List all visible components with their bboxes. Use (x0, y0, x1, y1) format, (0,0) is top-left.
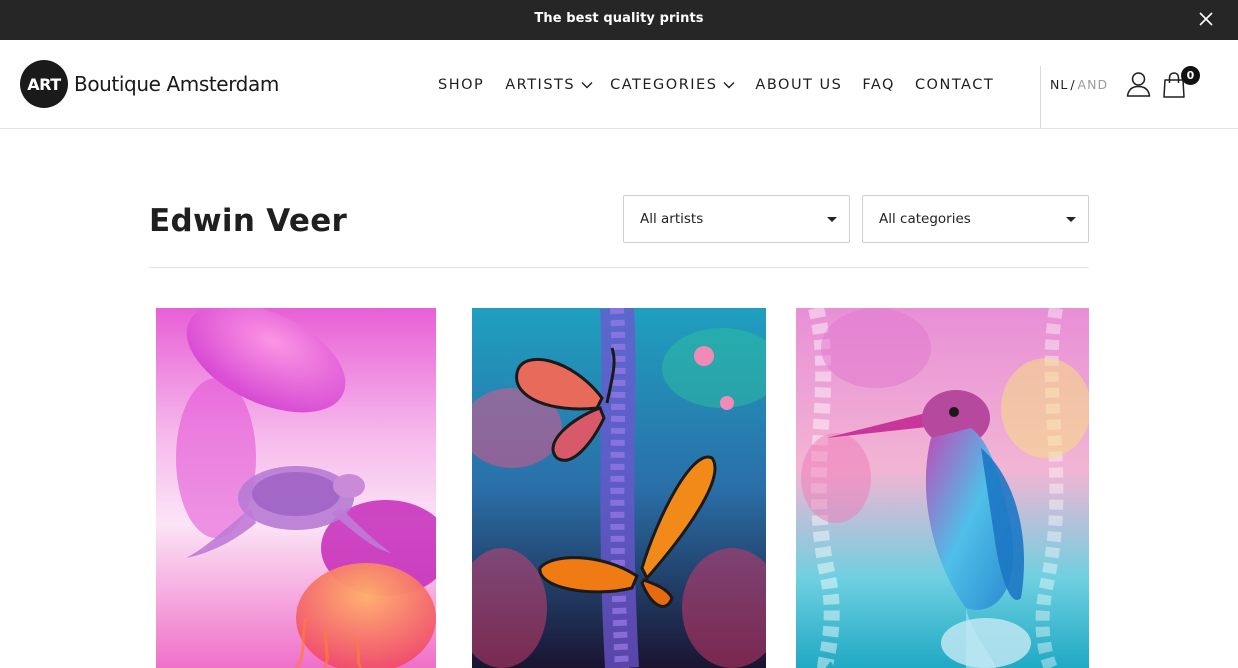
nav-contact-label: CONTACT (914, 77, 995, 93)
product-image-turtle[interactable] (156, 308, 436, 668)
product-image-kingfisher[interactable] (796, 308, 1089, 668)
artists-filter-select[interactable]: All artists (623, 195, 850, 243)
product-image-butterflies[interactable] (472, 308, 766, 668)
categories-filter-value: All categories (879, 211, 971, 227)
language-nl[interactable]: NL (1050, 77, 1068, 92)
nav-about[interactable]: ABOUT US (755, 77, 842, 93)
page-title: Edwin Veer (149, 203, 348, 239)
artists-filter-value: All artists (640, 211, 704, 227)
chevron-down-icon (723, 82, 735, 89)
nav-shop[interactable]: SHOP (438, 77, 484, 93)
artwork-kingfisher (796, 308, 1089, 668)
nav-faq-label: FAQ (862, 77, 895, 93)
close-icon[interactable] (1198, 11, 1214, 27)
dropdown-caret-icon (827, 217, 837, 222)
language-and[interactable]: AND (1078, 77, 1109, 92)
categories-filter-select[interactable]: All categories (862, 195, 1089, 243)
nav-faq[interactable]: FAQ (862, 77, 895, 93)
nav-divider (1040, 66, 1041, 128)
language-switcher: NL / AND (1050, 77, 1108, 92)
main-nav: SHOP ARTISTS CATEGORIES ABOUT US FAQ CON… (438, 75, 994, 95)
nav-artists[interactable]: ARTISTS (505, 77, 593, 93)
language-separator: / (1070, 77, 1076, 92)
nav-categories-label: CATEGORIES (610, 77, 718, 93)
nav-categories[interactable]: CATEGORIES (610, 77, 735, 93)
brand-logo[interactable]: ART Boutique Amsterdam (20, 60, 279, 108)
nav-artists-label: ARTISTS (505, 77, 576, 93)
logo-wordmark: Boutique Amsterdam (74, 72, 279, 96)
artwork-butterflies (472, 308, 766, 668)
nav-contact[interactable]: CONTACT (915, 77, 994, 93)
site-header: ART Boutique Amsterdam SHOP ARTISTS CATE… (0, 40, 1238, 129)
logo-badge: ART (20, 60, 68, 108)
nav-about-label: ABOUT US (755, 77, 843, 93)
artwork-turtle (156, 308, 436, 668)
announcement-bar: The best quality prints (0, 0, 1238, 40)
nav-shop-label: SHOP (438, 77, 485, 93)
cart-count-badge: 0 (1181, 66, 1200, 85)
announcement-text: The best quality prints (534, 11, 704, 26)
account-icon[interactable] (1126, 71, 1151, 97)
heading-divider (149, 267, 1089, 268)
chevron-down-icon (581, 82, 593, 89)
dropdown-caret-icon (1066, 217, 1076, 222)
